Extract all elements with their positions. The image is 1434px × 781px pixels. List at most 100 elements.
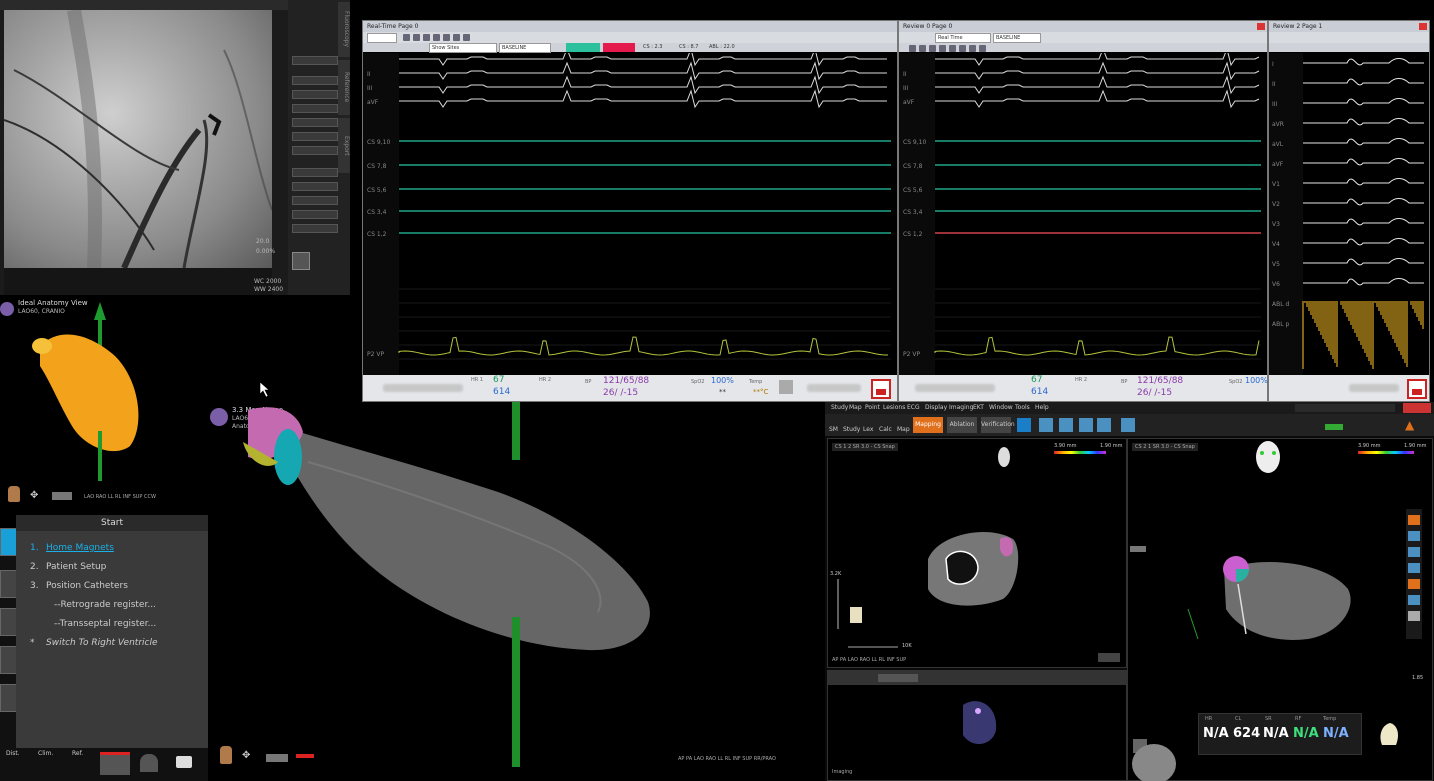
alarm-icon[interactable] — [1407, 379, 1427, 399]
compass-icon[interactable]: ✥ — [30, 490, 38, 501]
fluoro-control[interactable] — [292, 104, 338, 113]
verification-button[interactable]: Verification — [981, 417, 1015, 433]
warning-icon[interactable]: ▲ — [1405, 418, 1414, 432]
real-time-dropdown[interactable]: Real Time — [935, 33, 991, 43]
toolbar-study[interactable]: Study — [843, 426, 860, 433]
toolbar-button[interactable] — [949, 45, 956, 52]
tool-button[interactable] — [1408, 595, 1420, 605]
baseline-dropdown[interactable]: BASELINE — [499, 43, 551, 53]
toolbar-button[interactable] — [939, 45, 946, 52]
fluoro-control[interactable] — [292, 168, 338, 177]
fluoro-control[interactable] — [292, 224, 338, 233]
toolbar-button[interactable] — [403, 34, 410, 41]
orientation-globe[interactable] — [1132, 744, 1176, 781]
menu-map[interactable]: Map — [849, 404, 862, 411]
fluoro-control[interactable] — [292, 210, 338, 219]
menu-ecg[interactable]: ECG — [907, 404, 920, 411]
fluoro-control[interactable] — [292, 56, 338, 65]
fluoro-control[interactable] — [292, 146, 338, 155]
menu-window[interactable]: Window — [989, 404, 1013, 411]
view-button[interactable] — [1017, 418, 1031, 432]
tool-button[interactable] — [1408, 547, 1420, 557]
fluoro-control[interactable] — [292, 196, 338, 205]
workflow-step-transseptal[interactable]: --Transseptal register... — [54, 619, 156, 629]
toolbar-lex[interactable]: Lex — [863, 426, 873, 433]
anatomy-map-3d[interactable] — [208, 402, 825, 781]
heart-tool-icon[interactable] — [140, 754, 158, 772]
tool-button[interactable] — [1408, 579, 1420, 589]
speed-select[interactable] — [367, 33, 397, 43]
person-icon[interactable] — [220, 746, 232, 764]
reference-tab[interactable]: Reference — [338, 60, 350, 115]
menu-imaging[interactable]: Imaging — [949, 404, 973, 411]
workflow-step-position-catheters[interactable]: Position Catheters — [46, 581, 128, 591]
ablation-button[interactable]: Ablation — [947, 417, 977, 433]
tool-button[interactable] — [1408, 611, 1420, 621]
camera-icon[interactable] — [779, 380, 793, 394]
view-button[interactable] — [1059, 418, 1073, 432]
view-button[interactable] — [1097, 418, 1111, 432]
menu-ekt[interactable]: EKT — [973, 404, 984, 411]
toolbar-button[interactable] — [443, 34, 450, 41]
imaging-slider[interactable] — [878, 674, 918, 682]
toolbar-sm[interactable]: SM — [829, 426, 838, 433]
toolbar-button[interactable] — [929, 45, 936, 52]
fluoro-thumbnail[interactable] — [292, 252, 310, 270]
toolbar-button[interactable] — [909, 45, 916, 52]
view-button[interactable] — [1039, 418, 1053, 432]
imaging-panel[interactable]: Imaging — [827, 670, 1127, 781]
export-tab[interactable]: Export — [338, 118, 350, 173]
tool-button[interactable] — [1408, 563, 1420, 573]
toolbar-button[interactable] — [463, 34, 470, 41]
toolbar-button[interactable] — [413, 34, 420, 41]
compass-icon[interactable]: ✥ — [242, 750, 250, 761]
record-tool-icon[interactable] — [100, 752, 130, 775]
camera-icon[interactable] — [176, 756, 192, 768]
close-icon[interactable] — [1419, 23, 1427, 30]
distance-tool[interactable]: Dist. — [6, 750, 20, 757]
ref-tool[interactable]: Ref. — [72, 750, 83, 757]
alarm-icon[interactable] — [871, 379, 891, 399]
toolbar-button[interactable] — [433, 34, 440, 41]
toolbar-button[interactable] — [959, 45, 966, 52]
fluoro-tab[interactable]: Fluoroscopy — [338, 2, 350, 57]
toolbar-map[interactable]: Map — [897, 426, 910, 433]
menu-point[interactable]: Point — [865, 404, 880, 411]
menu-tools[interactable]: Tools — [1015, 404, 1030, 411]
view-button[interactable] — [1079, 418, 1093, 432]
fluoro-control[interactable] — [292, 90, 338, 99]
view-options-button[interactable] — [1098, 653, 1120, 662]
show-sites-dropdown[interactable]: Show Sites — [429, 43, 497, 53]
close-icon[interactable] — [1403, 403, 1431, 413]
toolbar-button[interactable] — [453, 34, 460, 41]
fluoro-control[interactable] — [292, 132, 338, 141]
table-icon[interactable] — [52, 492, 72, 500]
menu-help[interactable]: Help — [1035, 404, 1049, 411]
toolbar-button[interactable] — [979, 45, 986, 52]
menu-lesions[interactable]: Lesions — [883, 404, 905, 411]
tool-button[interactable] — [1408, 531, 1420, 541]
clim-tool[interactable]: Clim. — [38, 750, 53, 757]
menu-display[interactable]: Display — [925, 404, 947, 411]
fluoro-control[interactable] — [292, 182, 338, 191]
view-button[interactable] — [1121, 418, 1135, 432]
toolbar-button[interactable] — [919, 45, 926, 52]
baseline-dropdown[interactable]: BASELINE — [993, 33, 1041, 43]
fluoro-control[interactable] — [292, 76, 338, 85]
menu-study[interactable]: Study — [831, 404, 848, 411]
map-view-2[interactable]: CS 2 1 SR 3.0 - CS Snap 3.90 mm 1.90 mm … — [1127, 438, 1433, 781]
catheter-tool-icon[interactable] — [296, 754, 314, 758]
fluoro-control[interactable] — [292, 118, 338, 127]
table-icon[interactable] — [266, 754, 288, 762]
workflow-step-switch-rv[interactable]: Switch To Right Ventricle — [46, 638, 158, 648]
close-icon[interactable] — [1257, 23, 1265, 30]
tool-button[interactable] — [1408, 515, 1420, 525]
toolbar-button[interactable] — [423, 34, 430, 41]
mapping-button[interactable]: Mapping — [913, 417, 943, 433]
toolbar-button[interactable] — [969, 45, 976, 52]
workflow-step-home-magnets[interactable]: Home Magnets — [46, 543, 114, 553]
person-icon[interactable] — [8, 486, 20, 502]
toolbar-calc[interactable]: Calc — [879, 426, 892, 433]
workflow-step-retrograde[interactable]: --Retrograde register... — [54, 600, 156, 610]
map-view-1[interactable]: CS 1 2 SR 3.0 - CS Snap 3.90 mm 1.90 mm … — [827, 438, 1127, 668]
